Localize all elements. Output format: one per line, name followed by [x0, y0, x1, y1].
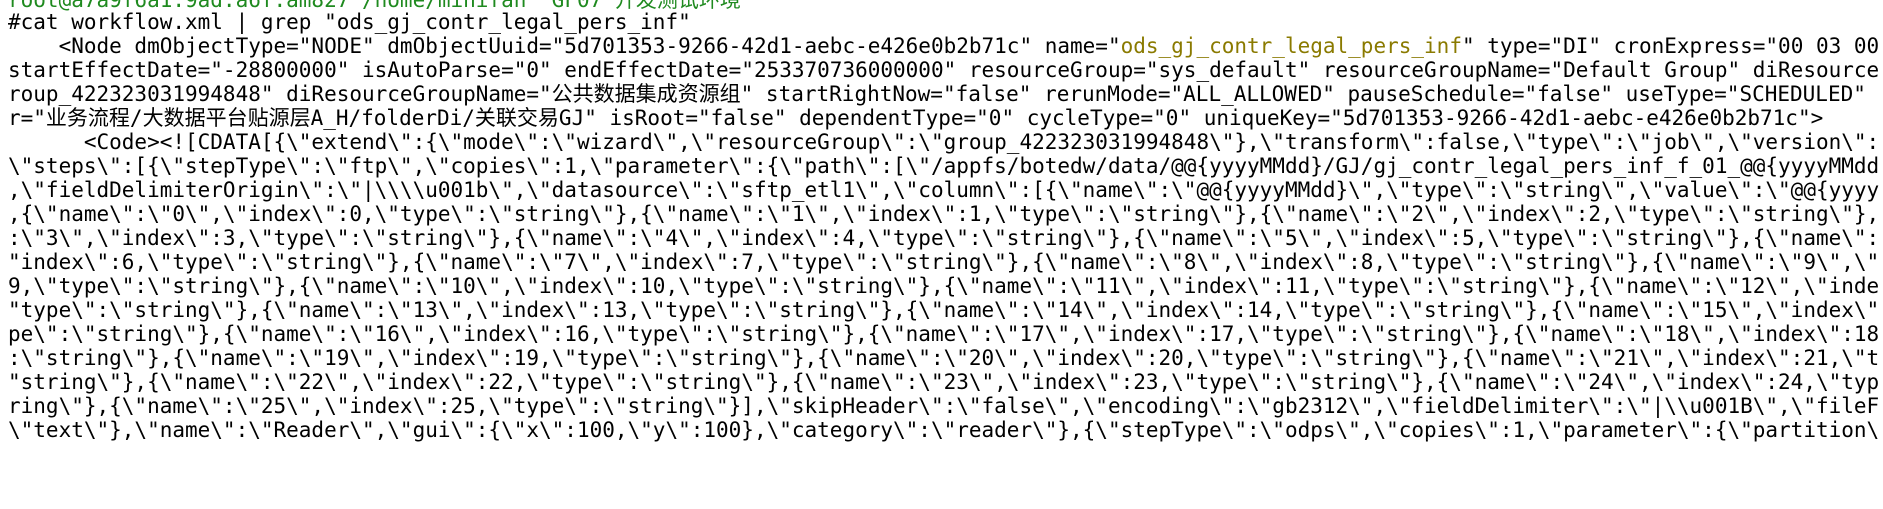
terminal-text: " type="DI" cronExpress="00 03 00 * * ?" [1461, 34, 1879, 58]
terminal-output[interactable]: root@a7a9f6a1:9ad:a6f:am827 /home/minifa… [0, 0, 1883, 509]
terminal-text: <Node dmObjectType="NODE" dmObjectUuid="… [8, 34, 1121, 58]
terminal-line: \"text\"},\"name\":\"Reader\",\"gui\":{\… [8, 418, 1879, 442]
highlighted-node-name: ods_gj_contr_legal_pers_inf [1120, 34, 1462, 58]
